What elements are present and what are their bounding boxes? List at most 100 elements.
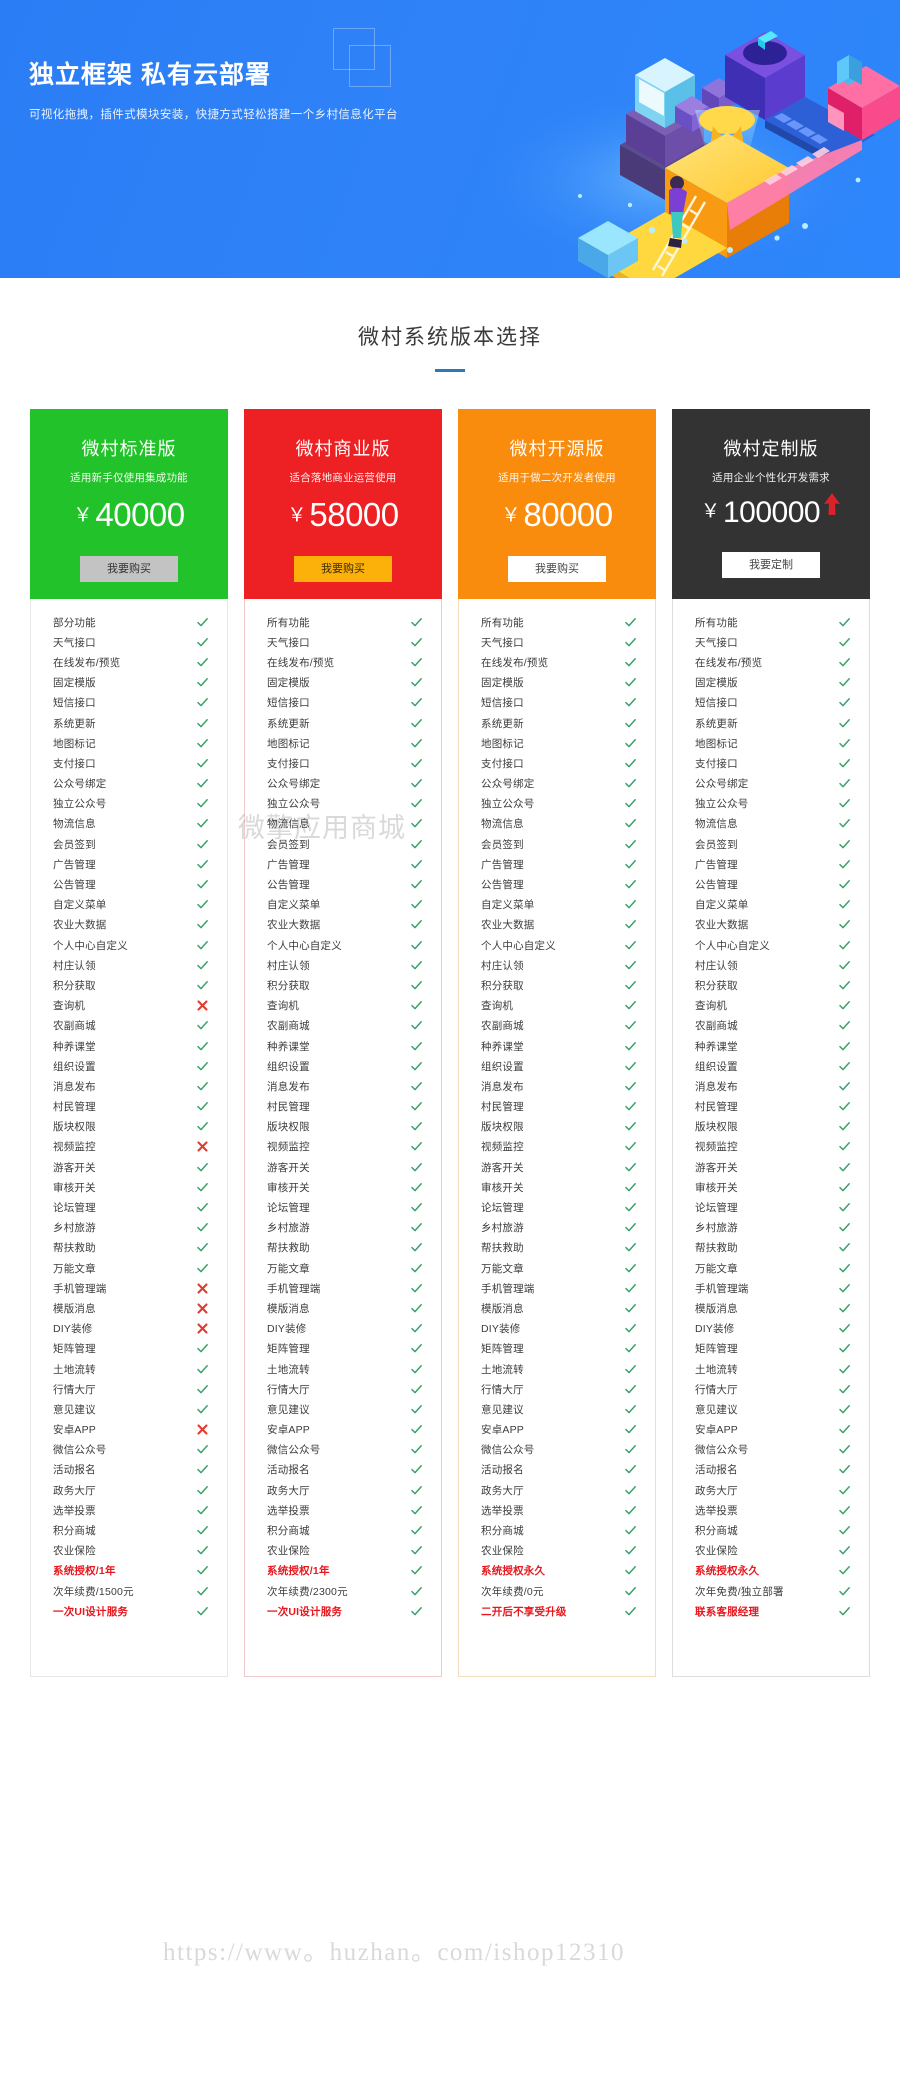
feature-row: 论坛管理: [245, 1197, 441, 1217]
feature-label: 模版消息: [481, 1302, 524, 1315]
feature-label: 积分商城: [53, 1525, 96, 1538]
feature-label: 公众号绑定: [53, 778, 107, 791]
plan-name: 微村商业版: [295, 439, 391, 459]
feature-row: 论坛管理: [673, 1197, 869, 1217]
feature-label: 村庄认领: [267, 959, 310, 972]
check-icon: [623, 1585, 637, 1598]
check-icon: [195, 838, 209, 851]
plan-price: ￥ 58000: [244, 496, 442, 534]
check-icon: [837, 1443, 851, 1456]
feature-row: 政务大厅: [459, 1480, 655, 1500]
check-icon: [623, 1504, 637, 1517]
feature-label: 活动报名: [53, 1464, 96, 1477]
feature-label: 土地流转: [481, 1363, 524, 1376]
feature-label: 村庄认领: [481, 959, 524, 972]
plan-price: ￥ 100000: [672, 493, 870, 530]
feature-row: 农业大数据: [245, 915, 441, 935]
check-icon: [623, 1019, 637, 1032]
check-icon: [837, 1262, 851, 1275]
check-icon: [623, 1221, 637, 1234]
check-icon: [623, 1605, 637, 1618]
check-icon: [837, 1342, 851, 1355]
feature-row: 次年续费/1500元: [31, 1581, 227, 1601]
feature-row: 会员签到: [459, 834, 655, 854]
cross-icon: [195, 1323, 209, 1334]
feature-row: 意见建议: [31, 1399, 227, 1419]
feature-label: 微信公众号: [695, 1444, 749, 1457]
feature-row: 固定模版: [245, 673, 441, 693]
check-icon: [623, 1544, 637, 1557]
feature-row: 模版消息: [31, 1298, 227, 1318]
feature-label: 种养课堂: [267, 1040, 310, 1053]
plan-description: 适用新手仅使用集成功能: [70, 472, 188, 484]
feature-label: DIY装修: [481, 1323, 521, 1336]
check-icon: [623, 817, 637, 830]
check-icon: [195, 696, 209, 709]
feature-row: 系统授权/1年: [245, 1561, 441, 1581]
check-icon: [623, 636, 637, 649]
check-icon: [409, 1463, 423, 1476]
feature-label: 手机管理端: [481, 1282, 535, 1295]
feature-row: 个人中心自定义: [673, 935, 869, 955]
feature-row: 矩阵管理: [245, 1339, 441, 1359]
feature-row: 视频监控: [31, 1137, 227, 1157]
feature-row: 乡村旅游: [459, 1218, 655, 1238]
feature-row: 所有功能: [459, 612, 655, 632]
buy-button[interactable]: 我要购买: [294, 556, 392, 582]
feature-label: DIY装修: [695, 1323, 735, 1336]
plan-card-header: 微村开源版 适用于做二次开发者使用 ￥ 80000 我要购买: [458, 409, 656, 599]
feature-row: 查询机: [245, 996, 441, 1016]
check-icon: [409, 676, 423, 689]
check-icon: [837, 1019, 851, 1032]
feature-label: 组织设置: [481, 1060, 524, 1073]
feature-label: 次年续费/0元: [481, 1585, 544, 1598]
feature-label: 次年免费/独立部署: [695, 1585, 784, 1598]
feature-label: 行情大厅: [53, 1383, 96, 1396]
feature-label: 积分获取: [481, 979, 524, 992]
check-icon: [837, 1524, 851, 1537]
feature-row: 组织设置: [459, 1056, 655, 1076]
check-icon: [195, 1443, 209, 1456]
buy-button[interactable]: 我要购买: [80, 556, 178, 582]
check-icon: [623, 1463, 637, 1476]
feature-row: 独立公众号: [245, 794, 441, 814]
feature-row: 土地流转: [673, 1359, 869, 1379]
check-icon: [623, 979, 637, 992]
feature-row: 游客开关: [459, 1157, 655, 1177]
feature-row: 选举投票: [245, 1500, 441, 1520]
check-icon: [195, 676, 209, 689]
check-icon: [837, 737, 851, 750]
check-icon: [623, 838, 637, 851]
check-icon: [195, 636, 209, 649]
feature-row: 手机管理端: [245, 1278, 441, 1298]
feature-list: 部分功能 天气接口 在线发布/预览 固定模版 短信接口 系统更新 地图标记 支付接口 公众号绑定…: [30, 599, 228, 1677]
feature-row: 安卓APP: [459, 1420, 655, 1440]
feature-label: 帮扶救助: [53, 1242, 96, 1255]
feature-row: 积分商城: [459, 1520, 655, 1540]
buy-button[interactable]: 我要定制: [722, 552, 820, 578]
feature-row: 种养课堂: [245, 1036, 441, 1056]
feature-row: 农副商城: [673, 1016, 869, 1036]
feature-row: 独立公众号: [459, 794, 655, 814]
feature-row: 联系客服经理: [673, 1601, 869, 1621]
feature-row: 安卓APP: [673, 1420, 869, 1440]
feature-list: 所有功能 天气接口 在线发布/预览 固定模版 短信接口 系统更新 地图标记 支付接口 公众号绑定…: [672, 599, 870, 1677]
check-icon: [837, 1484, 851, 1497]
plan-description: 适用于做二次开发者使用: [498, 472, 616, 484]
feature-label: 所有功能: [481, 616, 524, 629]
check-icon: [837, 817, 851, 830]
check-icon: [623, 1080, 637, 1093]
feature-row: 游客开关: [31, 1157, 227, 1177]
feature-label: 短信接口: [267, 697, 310, 710]
feature-label: 论坛管理: [695, 1202, 738, 1215]
feature-label: 农业保险: [695, 1545, 738, 1558]
buy-button[interactable]: 我要购买: [508, 556, 606, 582]
check-icon: [195, 1080, 209, 1093]
check-icon: [837, 1241, 851, 1254]
feature-label: 会员签到: [695, 838, 738, 851]
check-icon: [623, 757, 637, 770]
check-icon: [837, 1504, 851, 1517]
feature-label: 系统更新: [53, 717, 96, 730]
hero-text-block: 独立框架 私有云部署 可视化拖拽，插件式模块安装，快捷方式轻松搭建一个乡村信息化…: [29, 57, 398, 122]
plan-price: ￥ 80000: [458, 496, 656, 534]
